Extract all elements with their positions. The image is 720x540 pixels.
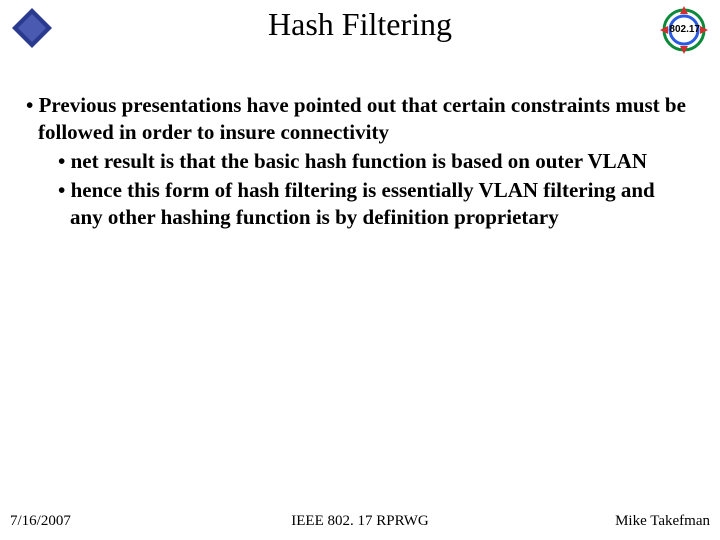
slide-title: Hash Filtering — [0, 0, 720, 43]
slide-body: • Previous presentations have pointed ou… — [0, 60, 720, 230]
slide: Hash Filtering 802.17 • Previous present… — [0, 0, 720, 540]
footer-author: Mike Takefman — [615, 513, 710, 530]
footer: 7/16/2007 IEEE 802. 17 RPRWG Mike Takefm… — [0, 513, 720, 530]
footer-center: IEEE 802. 17 RPRWG — [0, 513, 720, 530]
ieee-logo-icon — [10, 6, 54, 55]
bullet-level-2: • hence this form of hash filtering is e… — [58, 177, 692, 231]
rpr-logo-label: 802.17 — [669, 24, 700, 35]
bullet-level-1: • Previous presentations have pointed ou… — [26, 92, 692, 146]
header: Hash Filtering 802.17 — [0, 0, 720, 60]
footer-date: 7/16/2007 — [10, 513, 71, 530]
bullet-level-2: • net result is that the basic hash func… — [58, 148, 692, 175]
